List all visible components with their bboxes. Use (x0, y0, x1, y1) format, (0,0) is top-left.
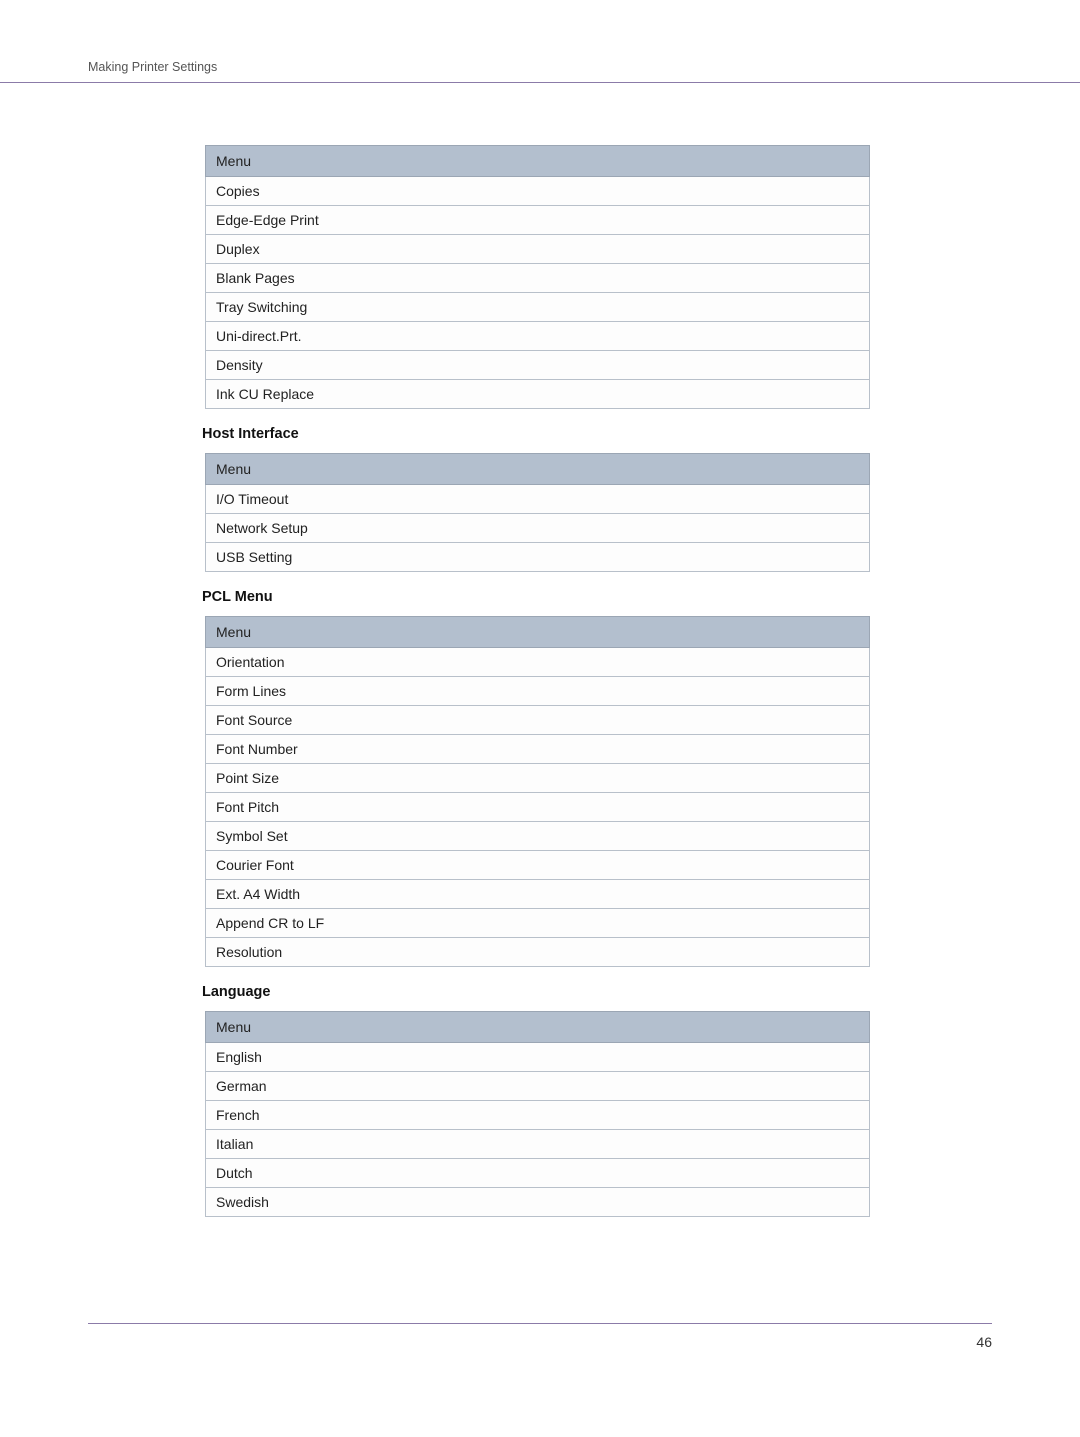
table-row: Ext. A4 Width (206, 880, 870, 909)
table-cell: Uni-direct.Prt. (206, 322, 870, 351)
section-1: Menu I/O Timeout Network Setup USB Setti… (205, 453, 870, 572)
table-cell: Orientation (206, 648, 870, 677)
table-cell: Italian (206, 1130, 870, 1159)
header-title: Making Printer Settings (88, 60, 217, 74)
table-row: Courier Font (206, 851, 870, 880)
table-row: Uni-direct.Prt. (206, 322, 870, 351)
table-row: Point Size (206, 764, 870, 793)
table-cell: Dutch (206, 1159, 870, 1188)
menu-table-0: Menu Copies Edge-Edge Print Duplex Blank… (205, 145, 870, 409)
table-row: Dutch (206, 1159, 870, 1188)
table-row: Resolution (206, 938, 870, 967)
menu-table-2: Menu Orientation Form Lines Font Source … (205, 616, 870, 967)
page-number: 46 (976, 1334, 992, 1350)
table-row: Append CR to LF (206, 909, 870, 938)
section-0: Menu Copies Edge-Edge Print Duplex Blank… (205, 145, 870, 409)
table-row: Edge-Edge Print (206, 206, 870, 235)
table-cell: I/O Timeout (206, 485, 870, 514)
table-row: Blank Pages (206, 264, 870, 293)
table-cell: English (206, 1043, 870, 1072)
table-cell: Network Setup (206, 514, 870, 543)
table-row: French (206, 1101, 870, 1130)
table-row: Font Pitch (206, 793, 870, 822)
table-row: Orientation (206, 648, 870, 677)
table-cell: Density (206, 351, 870, 380)
table-row: Font Source (206, 706, 870, 735)
table-cell: Ext. A4 Width (206, 880, 870, 909)
table-row: Font Number (206, 735, 870, 764)
table-header: Menu (206, 617, 870, 648)
section-3: Menu English German French Italian Dutch… (205, 1011, 870, 1217)
page-header: Making Printer Settings (0, 0, 1080, 83)
table-row: I/O Timeout (206, 485, 870, 514)
table-cell: Append CR to LF (206, 909, 870, 938)
table-row: Symbol Set (206, 822, 870, 851)
table-cell: German (206, 1072, 870, 1101)
section-heading: Host Interface (202, 426, 870, 442)
section-heading: Language (202, 984, 870, 1000)
table-cell: USB Setting (206, 543, 870, 572)
table-cell: Swedish (206, 1188, 870, 1217)
table-row: English (206, 1043, 870, 1072)
menu-table-1: Menu I/O Timeout Network Setup USB Setti… (205, 453, 870, 572)
table-cell: Duplex (206, 235, 870, 264)
table-cell: Copies (206, 177, 870, 206)
table-row: German (206, 1072, 870, 1101)
table-row: Form Lines (206, 677, 870, 706)
table-row: Density (206, 351, 870, 380)
table-row: Italian (206, 1130, 870, 1159)
table-row: USB Setting (206, 543, 870, 572)
table-row: Duplex (206, 235, 870, 264)
table-cell: Edge-Edge Print (206, 206, 870, 235)
table-row: Copies (206, 177, 870, 206)
table-cell: French (206, 1101, 870, 1130)
table-cell: Symbol Set (206, 822, 870, 851)
table-row: Swedish (206, 1188, 870, 1217)
table-header: Menu (206, 454, 870, 485)
table-row: Tray Switching (206, 293, 870, 322)
table-cell: Tray Switching (206, 293, 870, 322)
table-cell: Ink CU Replace (206, 380, 870, 409)
table-cell: Resolution (206, 938, 870, 967)
section-heading: PCL Menu (202, 589, 870, 605)
table-cell: Font Number (206, 735, 870, 764)
page-footer: 46 (88, 1323, 992, 1352)
table-cell: Form Lines (206, 677, 870, 706)
table-row: Ink CU Replace (206, 380, 870, 409)
menu-table-3: Menu English German French Italian Dutch… (205, 1011, 870, 1217)
main-content: Menu Copies Edge-Edge Print Duplex Blank… (0, 83, 1080, 1217)
table-cell: Blank Pages (206, 264, 870, 293)
table-cell: Font Source (206, 706, 870, 735)
table-cell: Point Size (206, 764, 870, 793)
table-header: Menu (206, 1012, 870, 1043)
table-header: Menu (206, 146, 870, 177)
table-cell: Font Pitch (206, 793, 870, 822)
section-2: Menu Orientation Form Lines Font Source … (205, 616, 870, 967)
table-cell: Courier Font (206, 851, 870, 880)
table-row: Network Setup (206, 514, 870, 543)
